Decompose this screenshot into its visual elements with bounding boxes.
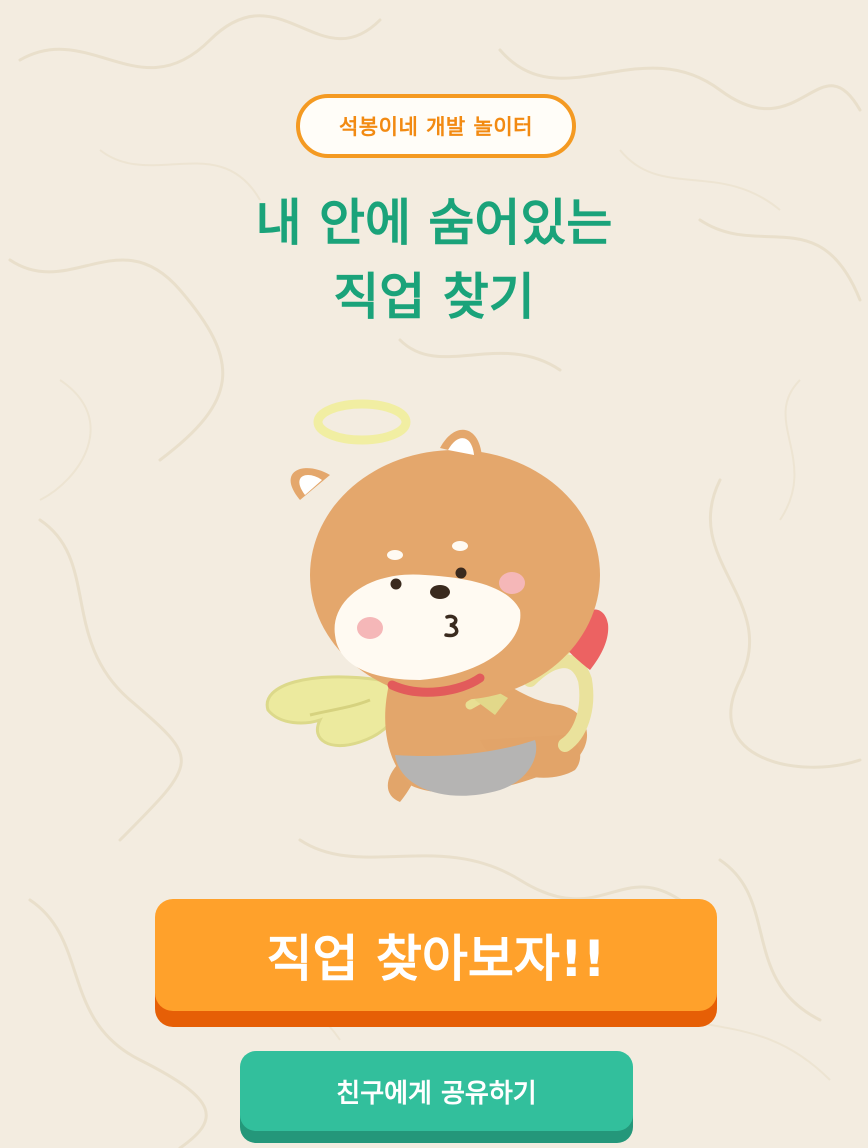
title-line-2: 직업 찾기: [333, 268, 535, 326]
find-job-button[interactable]: 직업 찾아보자!!: [155, 899, 717, 1011]
angel-shiba-dog-cupid-icon: [265, 399, 609, 802]
intro-page: 석봉이네 개발 놀이터 내 안에 숨어있는 직업 찾기 직업 찾아보자!! 친구…: [0, 0, 868, 1148]
page-title: 내 안에 숨어있는 직업 찾기: [84, 186, 784, 334]
title-line-1: 내 안에 숨어있는: [255, 194, 613, 252]
share-with-friends-button[interactable]: 친구에게 공유하기: [240, 1051, 633, 1131]
site-badge: 석봉이네 개발 놀이터: [296, 94, 576, 158]
